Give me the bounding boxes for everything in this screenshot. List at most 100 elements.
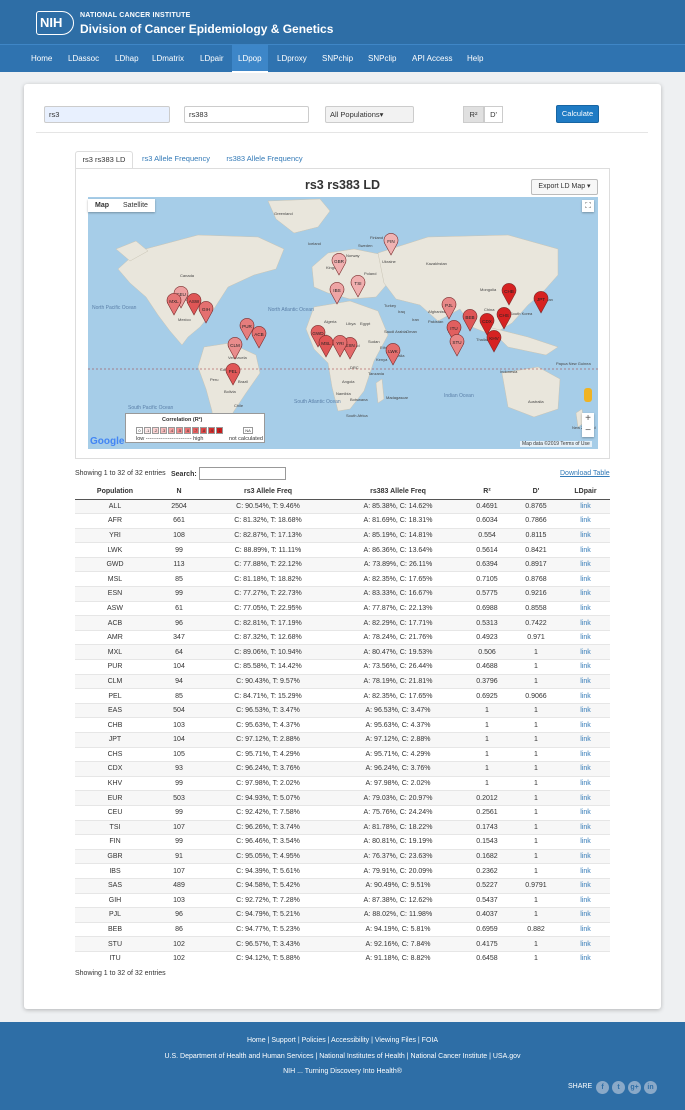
ldpair-link[interactable]: link bbox=[561, 936, 610, 952]
marker-khv[interactable]: KHV bbox=[486, 330, 502, 353]
ldpair-link[interactable]: link bbox=[561, 688, 610, 704]
table-search-input[interactable] bbox=[199, 467, 286, 480]
label-greenland: Greenland bbox=[274, 211, 293, 216]
table-cell: STU bbox=[75, 936, 155, 952]
marker-jpt[interactable]: JPT bbox=[533, 291, 549, 314]
ldpair-link[interactable]: link bbox=[561, 732, 610, 748]
ldpair-link[interactable]: link bbox=[561, 746, 610, 762]
nav-snpchip[interactable]: SNPchip bbox=[322, 45, 353, 73]
nav-home[interactable]: Home bbox=[31, 45, 52, 73]
ldpair-link[interactable]: link bbox=[561, 877, 610, 894]
ldpair-link[interactable]: link bbox=[561, 950, 610, 966]
ldpair-link[interactable]: link bbox=[561, 834, 610, 850]
ldpair-link[interactable]: link bbox=[561, 921, 610, 937]
map-type-control: Map Satellite bbox=[88, 199, 155, 212]
nav-ldpair[interactable]: LDpair bbox=[200, 45, 224, 73]
ldpair-link[interactable]: link bbox=[561, 600, 610, 616]
col-dprime[interactable]: D' bbox=[511, 484, 561, 500]
ldpair-link[interactable]: link bbox=[561, 761, 610, 777]
street-view-icon[interactable] bbox=[584, 388, 592, 402]
ldpair-link[interactable]: link bbox=[561, 527, 610, 543]
ldpair-link[interactable]: link bbox=[561, 717, 610, 733]
tab-rs383-allele-freq[interactable]: rs383 Allele Frequency bbox=[222, 151, 307, 169]
nav-snpclip[interactable]: SNPclip bbox=[368, 45, 396, 73]
col-n[interactable]: N bbox=[155, 484, 203, 500]
label-egypt: Egypt bbox=[360, 321, 371, 326]
google-plus-icon[interactable]: g+ bbox=[628, 1081, 641, 1094]
nav-ldproxy[interactable]: LDproxy bbox=[277, 45, 307, 73]
linkedin-icon[interactable]: in bbox=[644, 1081, 657, 1094]
org-name-line2[interactable]: Division of Cancer Epidemiology & Geneti… bbox=[80, 22, 333, 36]
r2-toggle[interactable]: R² bbox=[463, 106, 484, 123]
ldpair-link[interactable]: link bbox=[561, 673, 610, 689]
map-type-map-button[interactable]: Map bbox=[88, 199, 116, 212]
ldpair-link[interactable]: link bbox=[561, 790, 610, 806]
nav-api-access[interactable]: API Access bbox=[412, 45, 452, 73]
nav-ldmatrix[interactable]: LDmatrix bbox=[152, 45, 184, 73]
nav-help[interactable]: Help bbox=[467, 45, 483, 73]
zoom-out-icon[interactable]: − bbox=[582, 425, 594, 437]
nav-ldassoc[interactable]: LDassoc bbox=[68, 45, 99, 73]
snp1-input[interactable]: rs3 bbox=[44, 106, 170, 123]
marker-lwk[interactable]: LWK bbox=[385, 343, 401, 366]
legend-cell: .8 bbox=[200, 427, 207, 434]
marker-label: MSL bbox=[321, 341, 331, 346]
population-select[interactable]: All Populations▾ bbox=[325, 106, 414, 123]
ldpair-link[interactable]: link bbox=[561, 498, 610, 514]
ldpair-link[interactable]: link bbox=[561, 907, 610, 923]
ldpair-link[interactable]: link bbox=[561, 556, 610, 572]
zoom-in-icon[interactable]: + bbox=[582, 413, 594, 425]
footer-agencies[interactable]: U.S. Department of Health and Human Serv… bbox=[0, 1053, 685, 1060]
col-ldpair[interactable]: LDpair bbox=[561, 484, 610, 500]
ldpair-link[interactable]: link bbox=[561, 644, 610, 660]
ldpair-link[interactable]: link bbox=[561, 659, 610, 675]
fullscreen-icon[interactable]: ⛶ bbox=[582, 200, 594, 212]
col-population[interactable]: Population bbox=[75, 484, 155, 500]
col-rs383-freq[interactable]: rs383 Allele Freq bbox=[333, 484, 463, 500]
facebook-icon[interactable]: f bbox=[596, 1081, 609, 1094]
footer-links[interactable]: Home | Support | Policies | Accessibilit… bbox=[0, 1037, 685, 1044]
land-australia bbox=[501, 366, 561, 418]
marker-label: GIH bbox=[202, 307, 210, 312]
tab-rs3-allele-freq[interactable]: rs3 Allele Frequency bbox=[138, 151, 214, 169]
ldpair-link[interactable]: link bbox=[561, 804, 610, 821]
marker-ibs[interactable]: IBS bbox=[329, 282, 345, 305]
export-ld-map-button[interactable]: Export LD Map ▾ bbox=[531, 179, 598, 195]
world-map[interactable]: Greenland Iceland Sweden Norway Finland … bbox=[88, 197, 598, 449]
table-cell: 0.9216 bbox=[511, 586, 561, 602]
map-type-satellite-button[interactable]: Satellite bbox=[116, 199, 155, 212]
col-rs3-freq[interactable]: rs3 Allele Freq bbox=[203, 484, 333, 500]
nav-ldhap[interactable]: LDhap bbox=[115, 45, 139, 73]
ldpair-link[interactable]: link bbox=[561, 863, 610, 879]
map-attribution[interactable]: Map data ©2019 Terms of Use bbox=[520, 441, 592, 447]
ldpair-link[interactable]: link bbox=[561, 892, 610, 908]
marker-label: CDX bbox=[482, 319, 492, 324]
table-cell: AFR bbox=[75, 513, 155, 529]
tab-ld[interactable]: rs3 rs383 LD bbox=[75, 151, 133, 169]
snp2-input[interactable]: rs383 bbox=[184, 106, 309, 123]
download-table-link[interactable]: Download Table bbox=[560, 470, 610, 477]
table-cell: SAS bbox=[75, 877, 155, 894]
marker-label: GWD bbox=[312, 331, 324, 336]
nav-ldpop[interactable]: LDpop bbox=[232, 45, 268, 73]
table-cell: C: 95.71%, T: 4.29% bbox=[203, 746, 333, 762]
calculate-button[interactable]: Calculate bbox=[556, 105, 599, 123]
marker-acb[interactable]: ACB bbox=[251, 326, 267, 349]
ldpair-link[interactable]: link bbox=[561, 848, 610, 864]
ldpair-link[interactable]: link bbox=[561, 513, 610, 529]
ldpair-link[interactable]: link bbox=[561, 542, 610, 558]
col-r2[interactable]: R² bbox=[463, 484, 511, 500]
ldpair-link[interactable]: link bbox=[561, 571, 610, 587]
table-cell: 0.7105 bbox=[463, 571, 511, 587]
ldpair-link[interactable]: link bbox=[561, 629, 610, 645]
ldpair-link[interactable]: link bbox=[561, 615, 610, 631]
ldpair-link[interactable]: link bbox=[561, 819, 610, 835]
twitter-icon[interactable]: t bbox=[612, 1081, 625, 1094]
marker-stu[interactable]: STU bbox=[449, 334, 465, 357]
ldpair-link[interactable]: link bbox=[561, 775, 610, 791]
marker-pur[interactable]: PUR bbox=[239, 318, 255, 341]
ldpair-link[interactable]: link bbox=[561, 586, 610, 602]
dprime-toggle[interactable]: D' bbox=[484, 106, 503, 123]
nih-logo[interactable]: NIH bbox=[36, 11, 74, 35]
ldpair-link[interactable]: link bbox=[561, 702, 610, 718]
